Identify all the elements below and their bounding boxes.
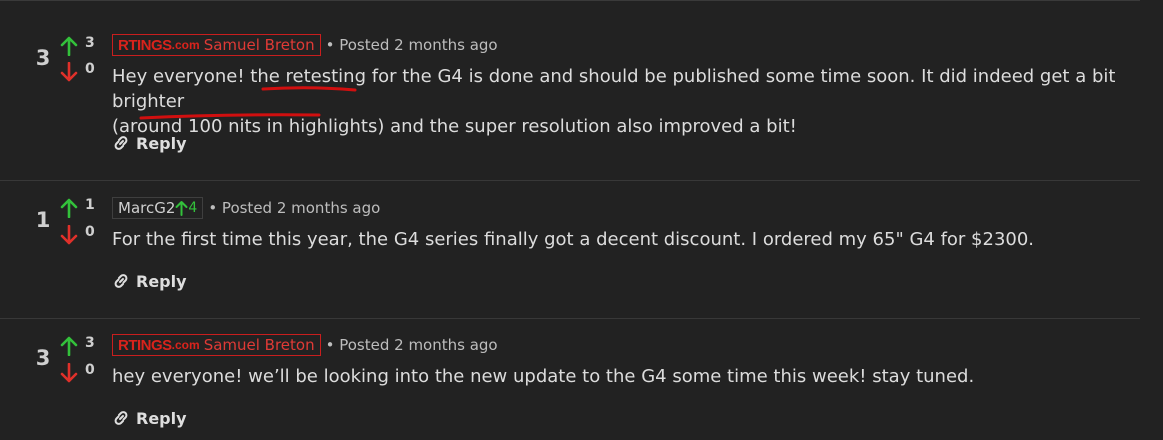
comment-score: 1 — [35, 208, 51, 232]
user-reputation: 4 — [175, 200, 197, 216]
comment-divider — [0, 180, 1140, 181]
downvote-count: 0 — [85, 362, 95, 378]
arrow-down-icon — [60, 225, 78, 245]
posted-time: • Posted 2 months ago — [208, 199, 381, 217]
reputation-arrow-icon — [175, 201, 188, 216]
link-icon — [114, 411, 128, 425]
downvote-count: 0 — [85, 61, 95, 77]
arrow-up-icon — [60, 198, 78, 218]
reputation-value: 4 — [188, 200, 198, 216]
upvote-count: 1 — [85, 197, 95, 213]
arrow-down-icon — [60, 62, 78, 82]
downvote-count: 0 — [85, 224, 95, 240]
reply-label: Reply — [136, 271, 187, 291]
comment-score: 3 — [35, 346, 51, 370]
upvote-button[interactable]: 3 — [60, 34, 100, 56]
comment-meta: RTINGS .com Samuel Breton • Posted 2 mon… — [112, 333, 498, 357]
author-badge[interactable]: RTINGS .com Samuel Breton — [112, 334, 321, 356]
brand-logo: RTINGS — [118, 36, 172, 54]
posted-time: • Posted 2 months ago — [325, 36, 498, 54]
comment-meta: RTINGS .com Samuel Breton • Posted 2 mon… — [112, 33, 498, 57]
downvote-button[interactable]: 0 — [60, 361, 100, 383]
link-icon — [114, 136, 128, 150]
posted-time: • Posted 2 months ago — [325, 336, 498, 354]
comment-body: For the first time this year, the G4 ser… — [112, 227, 1142, 252]
reply-label: Reply — [136, 408, 187, 428]
user-badge[interactable]: MarcG2 4 — [112, 197, 204, 219]
comment-body: hey everyone! we’ll be looking into the … — [112, 364, 1142, 389]
brand-logo: RTINGS — [118, 336, 172, 354]
arrow-down-icon — [60, 363, 78, 383]
top-divider — [0, 0, 1140, 1]
downvote-button[interactable]: 0 — [60, 223, 100, 245]
comment-divider — [0, 318, 1140, 319]
author-name: Samuel Breton — [203, 336, 315, 354]
comment-meta: MarcG2 4 • Posted 2 months ago — [112, 196, 380, 220]
comment-score: 3 — [35, 46, 51, 70]
upvote-button[interactable]: 1 — [60, 196, 100, 218]
author-name: Samuel Breton — [203, 36, 315, 54]
upvote-count: 3 — [85, 335, 95, 351]
annotation-underline — [139, 113, 321, 120]
comment-body-line: For the first time this year, the G4 ser… — [112, 229, 1035, 250]
link-icon — [114, 274, 128, 288]
annotation-underline — [261, 86, 357, 92]
downvote-button[interactable]: 0 — [60, 60, 100, 82]
author-name: MarcG2 — [118, 199, 176, 217]
comment-body-line: hey everyone! we’ll be looking into the … — [112, 366, 975, 387]
brand-logo-suffix: .com — [171, 338, 200, 352]
reply-button[interactable]: Reply — [112, 132, 187, 154]
arrow-up-icon — [60, 36, 78, 56]
comment-body: Hey everyone! the retesting for the G4 i… — [112, 64, 1142, 139]
upvote-count: 3 — [85, 35, 95, 51]
reply-button[interactable]: Reply — [112, 407, 187, 429]
upvote-button[interactable]: 3 — [60, 334, 100, 356]
brand-logo-suffix: .com — [171, 38, 200, 52]
arrow-up-icon — [60, 336, 78, 356]
author-badge[interactable]: RTINGS .com Samuel Breton — [112, 34, 321, 56]
reply-button[interactable]: Reply — [112, 270, 187, 292]
reply-label: Reply — [136, 133, 187, 153]
